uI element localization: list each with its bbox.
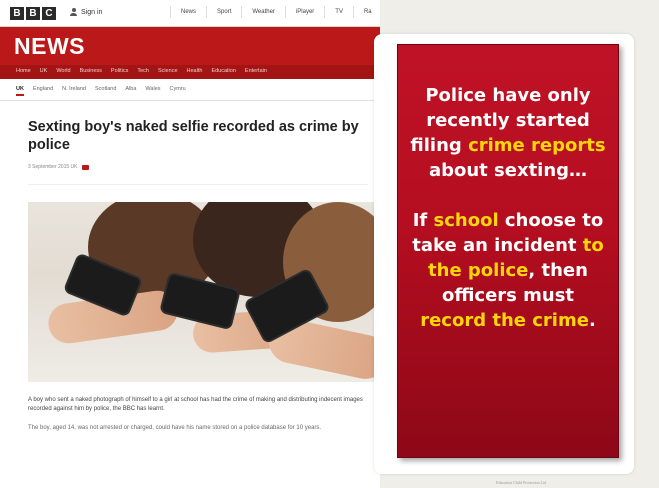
divider (28, 184, 368, 185)
nav-divider (284, 6, 286, 18)
sub-nav-cymru[interactable]: Cymru (170, 86, 186, 96)
news-nav-business[interactable]: Business (80, 68, 102, 74)
article-date: 3 September 2015 UK (28, 164, 78, 170)
news-nav-world[interactable]: World (56, 68, 70, 74)
sub-nav-scotland[interactable]: Scotland (95, 86, 116, 96)
bbc-news-article-screenshot: B B C Sign in News Sport Weather iPlayer… (0, 0, 380, 488)
news-nav-science[interactable]: Science (158, 68, 178, 74)
nav-divider (352, 6, 354, 18)
news-nav-entertainment[interactable]: Entertain (245, 68, 267, 74)
news-nav-home[interactable]: Home (16, 68, 31, 74)
bbc-logo[interactable]: B B C (10, 7, 56, 20)
sub-nav-alba[interactable]: Alba (125, 86, 136, 96)
news-nav-tech[interactable]: Tech (137, 68, 149, 74)
callout-text: . (588, 310, 596, 331)
share-icon[interactable] (82, 164, 90, 170)
bbc-logo-letter: B (26, 7, 40, 20)
bbc-top-bar: B B C Sign in News Sport Weather iPlayer… (0, 0, 380, 27)
news-wordmark[interactable]: NEWS (14, 33, 85, 60)
article-paragraph: A boy who sent a naked photograph of him… (28, 397, 363, 412)
sub-nav-n-ireland[interactable]: N. Ireland (62, 86, 86, 96)
top-nav-tv[interactable]: TV (335, 9, 343, 18)
sub-nav-uk[interactable]: UK (16, 86, 24, 96)
news-section-nav: Home UK World Business Politics Tech Sci… (0, 65, 380, 79)
callout-box: Police have only recently started filing… (397, 44, 619, 458)
uk-sub-nav: UK England N. Ireland Scotland Alba Wale… (0, 80, 380, 101)
footer-credit: Education Child Protection Ltd (496, 480, 547, 485)
callout-text: If (412, 210, 434, 231)
callout-text: about sexting… (428, 160, 588, 181)
bbc-logo-letter: C (42, 7, 56, 20)
news-nav-uk[interactable]: UK (40, 68, 48, 74)
callout-highlight: record the crime (420, 310, 589, 331)
nav-divider (206, 6, 208, 18)
top-nav-iplayer[interactable]: iPlayer (296, 9, 314, 18)
news-nav-education[interactable]: Education (211, 68, 235, 74)
bbc-logo-letter: B (10, 7, 24, 20)
top-nav-weather[interactable]: Weather (252, 9, 275, 18)
news-nav-politics[interactable]: Politics (111, 68, 128, 74)
nav-divider (170, 6, 171, 18)
callout-highlight: school (433, 210, 499, 231)
article-headline: Sexting boy's naked selfie recorded as c… (28, 119, 359, 153)
bbc-top-nav: News Sport Weather iPlayer TV Ra (170, 6, 372, 18)
article-photo (28, 202, 380, 382)
callout-highlight: crime reports (468, 135, 606, 156)
nav-divider (241, 6, 243, 18)
sign-in-label: Sign in (81, 8, 103, 16)
news-header-band: NEWS (0, 27, 380, 65)
user-icon (70, 8, 77, 16)
top-nav-radio[interactable]: Ra (364, 9, 372, 18)
sign-in-link[interactable]: Sign in (70, 8, 102, 16)
sub-nav-england[interactable]: England (33, 86, 53, 96)
sub-nav-wales[interactable]: Wales (145, 86, 160, 96)
nav-divider (324, 6, 326, 18)
article-paragraph: The boy, aged 14, was not arrested or ch… (28, 425, 322, 431)
callout-paragraph-1: Police have only recently started filing… (406, 83, 610, 183)
article-meta: 3 September 2015 UK (28, 164, 90, 170)
callout-paragraph-2: If school choose to take an incident to … (406, 208, 610, 333)
article-body: A boy who sent a naked photograph of him… (28, 396, 373, 443)
news-nav-health[interactable]: Health (187, 68, 203, 74)
top-nav-sport[interactable]: Sport (217, 9, 231, 18)
top-nav-news[interactable]: News (181, 9, 196, 18)
